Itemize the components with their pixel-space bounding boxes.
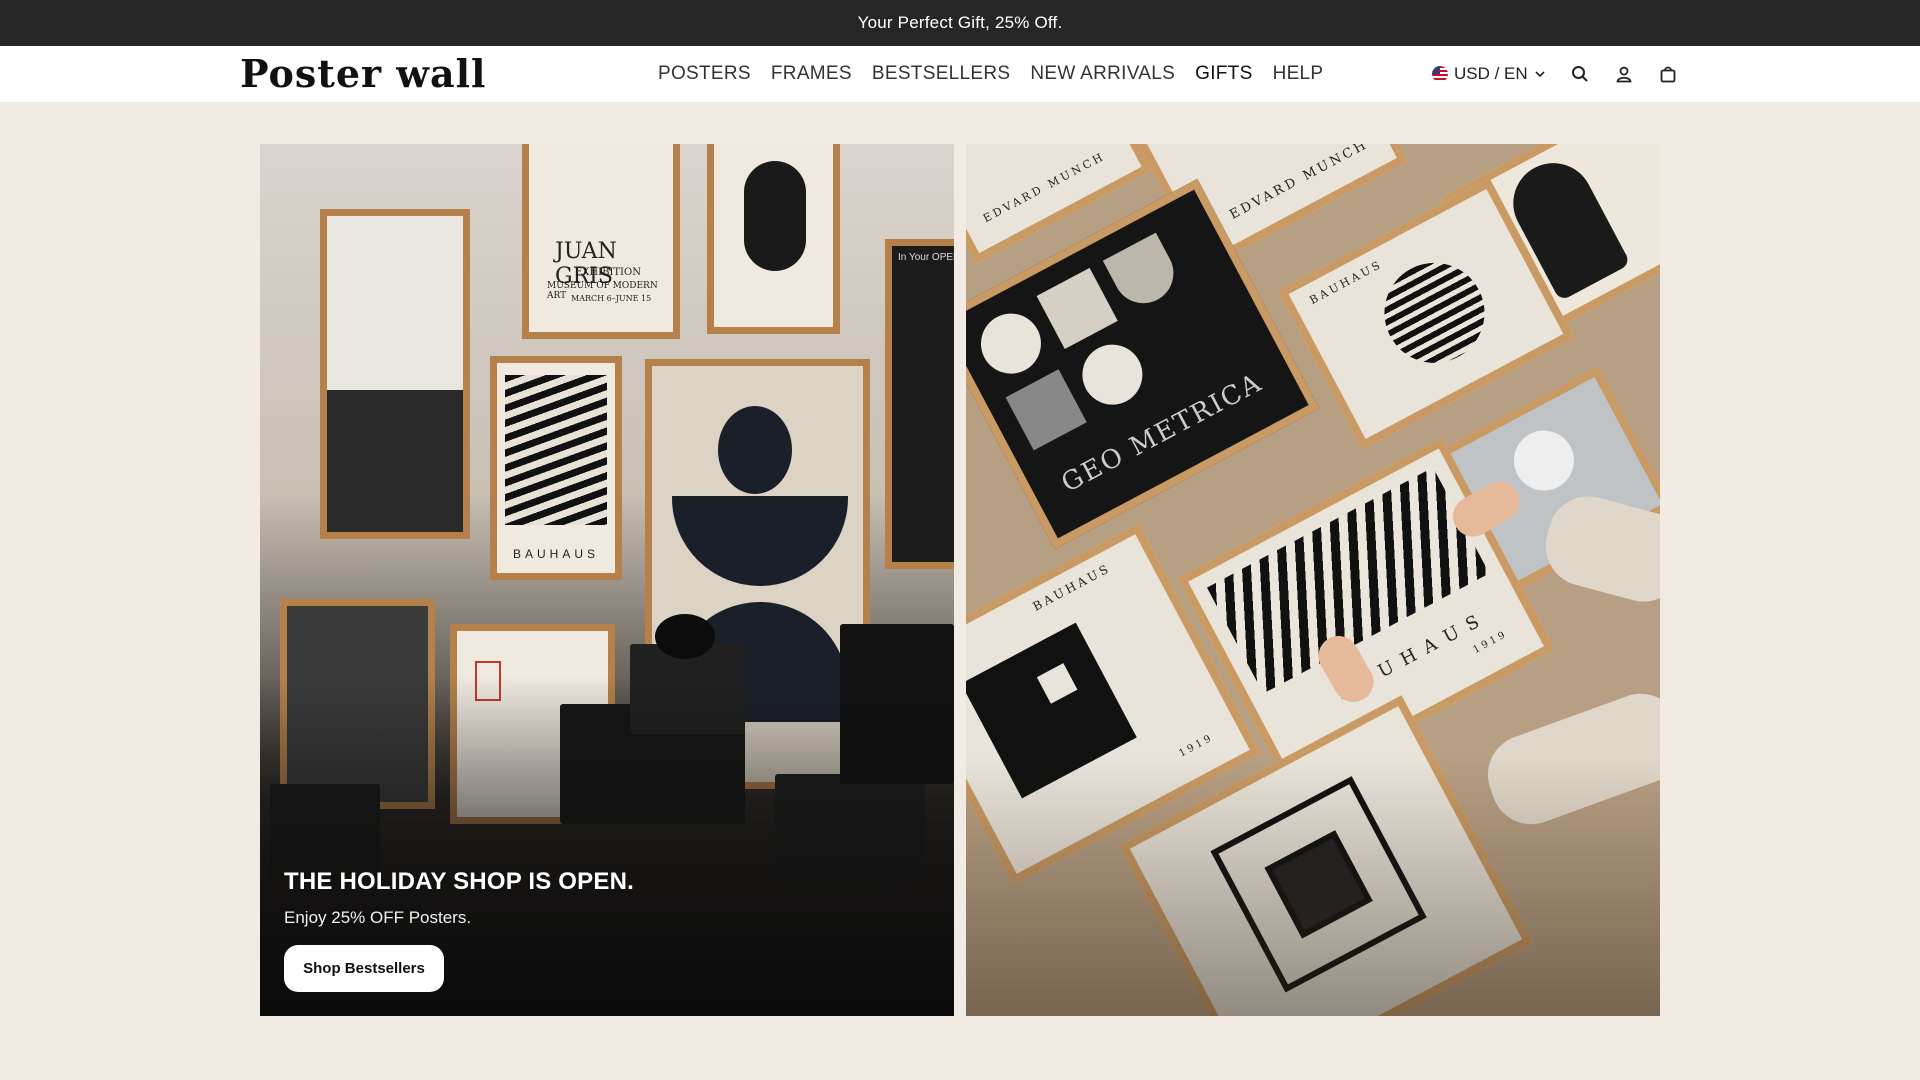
- account-icon[interactable]: [1612, 62, 1636, 86]
- nav-bestsellers[interactable]: BESTSELLERS: [872, 63, 1010, 85]
- hero-tile-holiday[interactable]: JUAN GRIS EXHIBITION MUSEUM OF MODERN AR…: [260, 144, 954, 1016]
- nav-frames[interactable]: FRAMES: [771, 63, 852, 85]
- poster-text: EDVARD MUNCH: [1227, 144, 1372, 223]
- hero-tile-posters[interactable]: EDVARD MUNCH EDVARD MUNCH GEO METRICA BA…: [966, 144, 1660, 1016]
- announcement-text: Your Perfect Gift, 25% Off.: [857, 13, 1063, 32]
- announcement-bar: Your Perfect Gift, 25% Off.: [0, 0, 1920, 46]
- cart-icon[interactable]: [1656, 62, 1680, 86]
- hero-overlay: [966, 756, 1660, 1016]
- nav-help[interactable]: HELP: [1273, 63, 1324, 85]
- poster-text: MARCH 6–JUNE 15: [571, 294, 652, 303]
- hero-subtitle: Enjoy 25% OFF Posters.: [284, 908, 472, 927]
- chevron-down-icon: [1535, 71, 1545, 78]
- poster-frame-abstract: [320, 209, 470, 539]
- search-icon[interactable]: [1568, 62, 1592, 86]
- poster-frame-juan-gris: JUAN GRIS EXHIBITION MUSEUM OF MODERN AR…: [522, 144, 680, 339]
- poster-text: BAUHAUS: [513, 547, 600, 561]
- locale-label: USD / EN: [1454, 64, 1528, 83]
- poster-text: EDVARD MUNCH: [980, 149, 1108, 226]
- poster-text: In Your OPEN: [898, 252, 954, 263]
- locale-selector[interactable]: USD / EN: [1432, 64, 1546, 84]
- nav-posters[interactable]: POSTERS: [658, 63, 751, 85]
- site-header: Poster wall POSTERS FRAMES BESTSELLERS N…: [0, 46, 1920, 102]
- poster-frame-bauhaus-wave: BAUHAUS: [490, 356, 622, 580]
- poster-text: BAUHAUS: [1030, 560, 1114, 614]
- hero-title: THE HOLIDAY SHOP IS OPEN.: [284, 868, 634, 895]
- us-flag-icon: [1432, 66, 1448, 82]
- poster-text: BAUHAUS: [1307, 257, 1385, 307]
- gift-bow: [655, 614, 715, 659]
- poster-frame-black-shape: [707, 144, 840, 334]
- nav-gifts[interactable]: GIFTS: [1195, 63, 1252, 85]
- shop-bestsellers-button[interactable]: Shop Bestsellers: [284, 945, 444, 992]
- site-logo[interactable]: Poster wall: [240, 50, 486, 98]
- poster-text: EXHIBITION: [575, 267, 641, 278]
- nav-new-arrivals[interactable]: NEW ARRIVALS: [1030, 63, 1175, 85]
- header-tools: USD / EN: [1432, 46, 1680, 102]
- poster-frame-open: In Your OPEN: [885, 239, 954, 569]
- main-nav: POSTERS FRAMES BESTSELLERS NEW ARRIVALS …: [658, 46, 1323, 102]
